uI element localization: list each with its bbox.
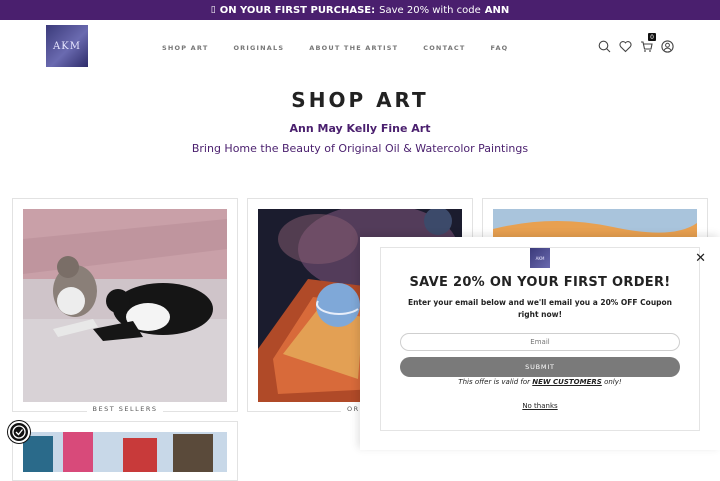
cart-icon[interactable]: 0	[640, 33, 656, 52]
popup-title: SAVE 20% ON YOUR FIRST ORDER!	[409, 275, 671, 290]
email-field[interactable]	[400, 333, 680, 351]
no-thanks-link[interactable]: No thanks	[360, 402, 720, 410]
cityscape-painting-image	[23, 432, 227, 476]
announcement-text: Save 20% with code	[379, 4, 481, 16]
offer-note: This offer is valid for NEW CUSTOMERS on…	[458, 378, 622, 386]
announcement-bold: ON YOUR FIRST PURCHASE:	[219, 4, 376, 16]
logo-text: AKM	[53, 40, 81, 52]
popup-logo: AKM	[530, 248, 550, 268]
brand-name: Ann May Kelly Fine Art	[289, 122, 431, 135]
nav-faq[interactable]: FAQ	[491, 44, 509, 52]
tagline: Bring Home the Beauty of Original Oil & …	[191, 142, 529, 155]
nav-originals[interactable]: ORIGINALS	[233, 44, 284, 52]
main-nav: SHOP ART ORIGINALS ABOUT THE ARTIST CONT…	[162, 44, 533, 52]
collection-card-best-sellers[interactable]: BEST SELLERS	[12, 198, 238, 415]
nav-about-artist[interactable]: ABOUT THE ARTIST	[309, 44, 398, 52]
submit-button[interactable]: SUBMIT	[400, 357, 680, 377]
accessibility-icon	[12, 425, 26, 439]
header-icons: 0	[598, 33, 674, 53]
accessibility-button[interactable]	[8, 421, 30, 443]
gift-icon: ▯	[210, 5, 216, 15]
site-logo[interactable]: AKM	[46, 25, 88, 67]
cat-dog-painting-image	[23, 209, 227, 402]
wishlist-heart-icon[interactable]	[619, 38, 632, 53]
search-icon[interactable]	[598, 38, 611, 53]
popup-description: Enter your email below and we'll email y…	[407, 298, 673, 319]
discount-popup: AKM ✕ SAVE 20% ON YOUR FIRST ORDER! Ente…	[360, 237, 720, 450]
close-icon[interactable]: ✕	[695, 251, 706, 266]
account-icon[interactable]	[661, 38, 674, 53]
announcement-code: ANN	[484, 4, 510, 16]
card-caption: BEST SELLERS	[13, 396, 237, 415]
cart-count-badge: 0	[648, 33, 656, 41]
collection-card-cityscapes[interactable]	[12, 421, 238, 481]
nav-contact[interactable]: CONTACT	[423, 44, 465, 52]
nav-shop-art[interactable]: SHOP ART	[162, 44, 208, 52]
announcement-bar: ▯ ON YOUR FIRST PURCHASE: Save 20% with …	[0, 0, 720, 20]
site-header: AKM SHOP ART ORIGINALS ABOUT THE ARTIST …	[0, 20, 720, 74]
page-title: SHOP ART	[291, 88, 429, 112]
